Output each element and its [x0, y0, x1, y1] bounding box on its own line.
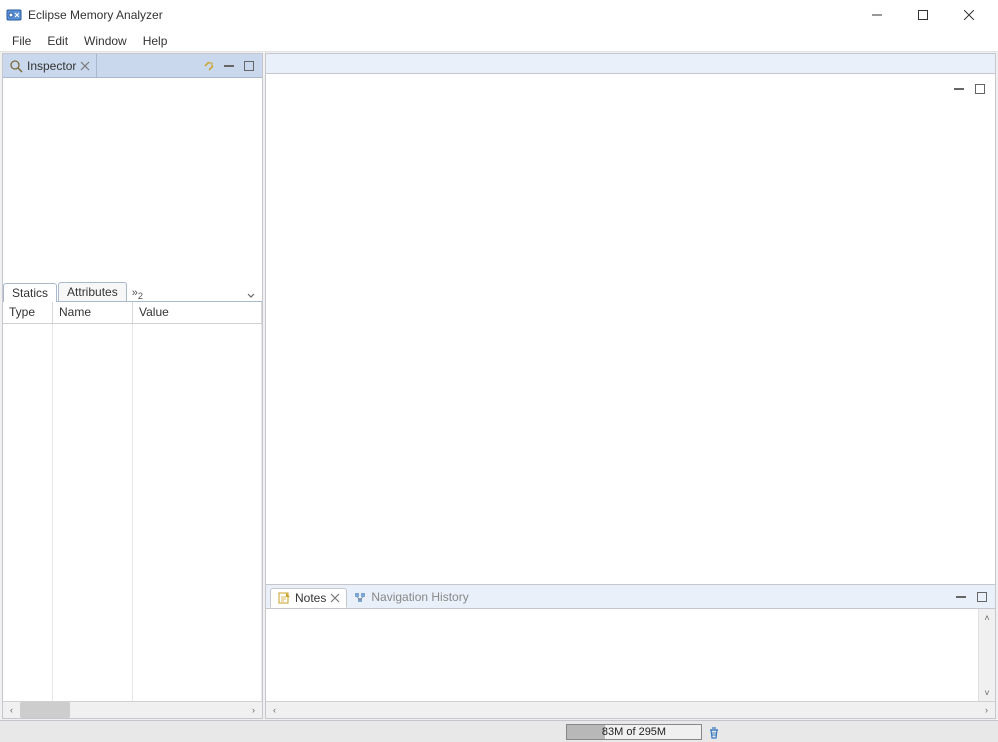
- minimize-view-button[interactable]: [220, 57, 238, 75]
- menu-window[interactable]: Window: [76, 32, 135, 50]
- menu-file[interactable]: File: [4, 32, 39, 50]
- hscrollbar[interactable]: ‹ ›: [266, 701, 995, 718]
- vscroll-track[interactable]: [979, 626, 995, 684]
- notes-tab-label: Notes: [295, 591, 326, 605]
- menu-edit[interactable]: Edit: [39, 32, 76, 50]
- tab-navigation-history[interactable]: Navigation History: [347, 588, 474, 606]
- hscrollbar[interactable]: ‹ ›: [3, 701, 262, 718]
- tabs-overflow-button[interactable]: »2: [128, 287, 147, 301]
- minimize-view-button[interactable]: [952, 588, 970, 606]
- tab-notes[interactable]: Notes: [270, 588, 347, 608]
- link-selection-button[interactable]: [200, 57, 218, 75]
- inspector-toolbar: [200, 54, 262, 77]
- properties-tabbar: Statics Attributes »2: [3, 280, 262, 302]
- scroll-right-arrow[interactable]: ›: [245, 702, 262, 719]
- maximize-button[interactable]: [900, 0, 946, 30]
- column-value[interactable]: Value: [133, 302, 262, 323]
- magnifier-icon: [9, 59, 23, 73]
- scroll-right-arrow[interactable]: ›: [978, 702, 995, 719]
- app-icon: [6, 7, 22, 23]
- menubar: File Edit Window Help: [0, 30, 998, 52]
- close-button[interactable]: [946, 0, 992, 30]
- inspector-content: [3, 78, 262, 280]
- minimize-icon[interactable]: [246, 291, 262, 301]
- run-gc-button[interactable]: [706, 724, 722, 740]
- editor-mini-toolbar: [950, 80, 989, 98]
- nav-history-tab-label: Navigation History: [371, 590, 468, 604]
- scroll-left-arrow[interactable]: ‹: [3, 702, 20, 719]
- column-name[interactable]: Name: [53, 302, 133, 323]
- hscroll-track[interactable]: [283, 702, 978, 718]
- maximize-view-button[interactable]: [973, 588, 991, 606]
- heap-bar[interactable]: 83M of 295M: [566, 724, 702, 740]
- right-area: Notes Navigation History: [265, 53, 996, 719]
- bottom-tabbar: Notes Navigation History: [266, 585, 995, 609]
- bottom-toolbar: [952, 588, 991, 606]
- tab-statics[interactable]: Statics: [3, 283, 57, 302]
- scroll-thumb[interactable]: [20, 702, 70, 718]
- inspector-tab-label: Inspector: [27, 59, 76, 73]
- bottom-panel: Notes Navigation History: [265, 585, 996, 719]
- inspector-tab[interactable]: Inspector: [3, 54, 97, 77]
- minimize-button[interactable]: [854, 0, 900, 30]
- editor-toolbar-strip: [265, 53, 996, 73]
- history-icon: [353, 590, 367, 604]
- scroll-left-arrow[interactable]: ‹: [266, 702, 283, 719]
- minimize-editor-button[interactable]: [950, 80, 968, 98]
- close-icon[interactable]: [330, 593, 340, 603]
- maximize-editor-button[interactable]: [971, 80, 989, 98]
- heap-text: 83M of 295M: [567, 725, 701, 739]
- scroll-up-arrow[interactable]: ˄: [979, 609, 995, 626]
- menu-help[interactable]: Help: [135, 32, 176, 50]
- tab-attributes[interactable]: Attributes: [58, 282, 127, 301]
- scroll-down-arrow[interactable]: ˅: [979, 684, 995, 701]
- window-title: Eclipse Memory Analyzer: [28, 8, 163, 22]
- inspector-panel: Inspector: [2, 53, 263, 719]
- workspace: Inspector: [0, 52, 998, 720]
- inspector-tabbar: Inspector: [3, 54, 262, 78]
- properties-table-body: [3, 324, 262, 701]
- scroll-track[interactable]: [20, 702, 245, 718]
- editor-area: [265, 73, 996, 585]
- notes-body[interactable]: ˄ ˅ ‹ ›: [266, 609, 995, 718]
- column-type[interactable]: Type: [3, 302, 53, 323]
- maximize-view-button[interactable]: [240, 57, 258, 75]
- vscrollbar[interactable]: ˄ ˅: [978, 609, 995, 701]
- close-icon[interactable]: [80, 61, 90, 71]
- notes-icon: [277, 591, 291, 605]
- properties-table-header: Type Name Value: [3, 302, 262, 324]
- statusbar: 83M of 295M: [0, 720, 998, 742]
- titlebar: Eclipse Memory Analyzer: [0, 0, 998, 30]
- heap-indicator: 83M of 295M: [550, 724, 998, 740]
